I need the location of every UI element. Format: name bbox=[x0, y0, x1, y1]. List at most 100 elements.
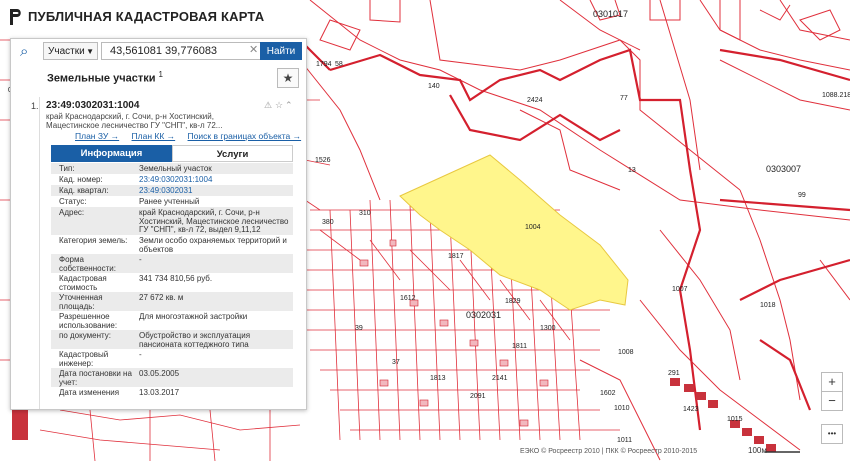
map-parcel-label: 310 bbox=[359, 210, 371, 217]
map-parcel-label: 1602 bbox=[600, 390, 616, 397]
attribute-row: Статус: Ранее учтенный bbox=[51, 196, 293, 207]
attribute-row: Форма собственности: - bbox=[51, 254, 293, 273]
tab-services[interactable]: Услуги bbox=[172, 145, 293, 162]
attribute-key: по документу: bbox=[59, 331, 111, 340]
attribute-key: Кад. номер: bbox=[59, 175, 103, 184]
map-parcel-label: 0302031 bbox=[466, 310, 501, 320]
search-icon[interactable]: ⌕ bbox=[20, 43, 28, 60]
map-parcel-label: 380 bbox=[322, 219, 334, 226]
attributes-table: Тип: Земельный участок Кад. номер: 23:49:03… bbox=[51, 163, 293, 398]
attribute-value: Земельный участок bbox=[139, 164, 212, 173]
attribute-key: Статус: bbox=[59, 197, 87, 206]
scale-label: 100м bbox=[748, 446, 767, 455]
result-count: 1 bbox=[158, 70, 163, 79]
attribute-value: - bbox=[139, 255, 142, 264]
attribute-row: Адрес: край Краснодарский, г. Сочи, р-н Х… bbox=[51, 207, 293, 235]
map-parcel-label: 1526 bbox=[315, 157, 331, 164]
more-options-button[interactable]: ••• bbox=[821, 424, 843, 444]
map-parcel-label: 1007 bbox=[672, 286, 688, 293]
result-links: План ЗУ → План КК → Поиск в границах объ… bbox=[75, 131, 306, 141]
attribute-key: Разрешенное использование: bbox=[59, 312, 118, 330]
map-parcel-label: 1010 bbox=[614, 405, 630, 412]
map-parcel-label: 1018 bbox=[760, 302, 776, 309]
search-in-bounds-link[interactable]: Поиск в границах объекта → bbox=[188, 131, 302, 141]
attribute-key: Категория земель: bbox=[59, 236, 128, 245]
zoom-in-button[interactable]: + bbox=[821, 372, 843, 392]
map-parcel-label: 2141 bbox=[492, 375, 508, 382]
attribute-row: Категория земель: Земли особо охраняемых … bbox=[51, 235, 293, 254]
attribute-row: Кад. номер: 23:49:0302031:1004 bbox=[51, 174, 293, 185]
map-parcel-label: 58 bbox=[335, 61, 343, 68]
attribute-value: Для многоэтажной застройки bbox=[139, 312, 248, 321]
result-index: 1. bbox=[31, 101, 39, 111]
map-parcel-label: 77 bbox=[620, 95, 628, 102]
attribute-key: Кадастровый инженер: bbox=[59, 350, 109, 368]
attribute-row: Кадастровая стоимость 341 734 810,56 руб. bbox=[51, 273, 293, 292]
search-type-select[interactable]: Участки ▼ bbox=[43, 42, 98, 60]
map-parcel-label: 2091 bbox=[470, 393, 486, 400]
plan-kk-link[interactable]: План КК → bbox=[132, 131, 176, 141]
result-cadastral-number[interactable]: 23:49:0302031:1004 bbox=[46, 100, 139, 111]
attribute-row: Разрешенное использование: Для многоэтажн… bbox=[51, 311, 293, 330]
attribute-row: Кадастровый инженер: - bbox=[51, 349, 293, 368]
map-parcel-label: 0303007 bbox=[766, 164, 801, 174]
attribute-value: 13.03.2017 bbox=[139, 388, 180, 397]
star-icon: ★ bbox=[282, 71, 294, 85]
attribute-key: Тип: bbox=[59, 164, 75, 173]
map-parcel-label: 13 bbox=[628, 167, 636, 174]
search-input[interactable] bbox=[101, 42, 261, 60]
map-parcel-label: 1015 bbox=[727, 416, 743, 423]
attribute-row: по документу: Обустройство и эксплуатация… bbox=[51, 330, 293, 349]
attribute-key: Кадастровая стоимость bbox=[59, 274, 107, 292]
attribute-row: Дата изменения 13.03.2017 bbox=[51, 387, 293, 398]
attribute-value: 341 734 810,56 руб. bbox=[139, 274, 213, 283]
attribute-value: Обустройство и эксплуатация пансионата к… bbox=[139, 331, 251, 349]
map-parcel-label: 37 bbox=[392, 359, 400, 366]
warning-icon: ⚠ bbox=[264, 100, 273, 110]
map-parcel-label: 1817 bbox=[448, 253, 464, 260]
map-parcel-label: 2424 bbox=[527, 97, 543, 104]
map-parcel-label: 1088.218 bbox=[822, 92, 850, 99]
clear-icon[interactable]: ✕ bbox=[249, 43, 258, 56]
rosreestr-logo-icon bbox=[10, 9, 21, 25]
section-title: Земельные участки 1 bbox=[47, 70, 163, 85]
attribute-value: Земли особо охраняемых территорий и объе… bbox=[139, 236, 287, 254]
attribute-key: Адрес: bbox=[59, 208, 85, 217]
attribute-value[interactable]: 23:49:0302031:1004 bbox=[139, 175, 289, 185]
map-parcel-label: 1423 bbox=[683, 406, 699, 413]
attribute-row: Кад. квартал: 23:49:0302031 bbox=[51, 185, 293, 196]
find-button[interactable]: Найти bbox=[260, 42, 302, 60]
attribute-value: Ранее учтенный bbox=[139, 197, 200, 206]
search-bar: ⌕ Участки ▼ ✕ Найти bbox=[11, 39, 306, 65]
app-title: ПУБЛИЧНАЯ КАДАСТРОВАЯ КАРТА bbox=[28, 9, 265, 24]
map-parcel-label: 1300 bbox=[540, 325, 556, 332]
attribute-row: Уточненная площадь: 27 672 кв. м bbox=[51, 292, 293, 311]
attribute-value: - bbox=[139, 350, 142, 359]
map-parcel-label: 39 bbox=[355, 325, 363, 332]
plan-zu-link[interactable]: План ЗУ → bbox=[75, 131, 119, 141]
zoom-out-button[interactable]: − bbox=[821, 391, 843, 411]
search-type-label: Участки bbox=[48, 46, 85, 57]
map-attribution: ЕЭКО © Росреестр 2010 | ПКК © Росреестр … bbox=[520, 448, 698, 455]
app-header: ПУБЛИЧНАЯ КАДАСТРОВАЯ КАРТА bbox=[0, 0, 850, 32]
attribute-key: Форма собственности: bbox=[59, 255, 116, 273]
map-parcel-label: 1008 bbox=[618, 349, 634, 356]
collapse-icon[interactable]: ⌃ bbox=[285, 100, 293, 111]
attribute-value: 27 672 кв. м bbox=[139, 293, 184, 302]
attribute-row: Тип: Земельный участок bbox=[51, 163, 293, 174]
star-outline-icon[interactable]: ☆ bbox=[275, 100, 283, 111]
map-parcel-label: 1004 bbox=[525, 224, 541, 231]
attribute-key: Уточненная площадь: bbox=[59, 293, 103, 311]
map-parcel-label: 99 bbox=[798, 192, 806, 199]
tab-information[interactable]: Информация bbox=[51, 145, 172, 162]
favorite-star-button[interactable]: ★ bbox=[277, 68, 299, 88]
attribute-key: Дата постановки на учет: bbox=[59, 369, 132, 387]
map-parcel-label: 1829 bbox=[505, 298, 521, 305]
map-parcel-label: 1011 bbox=[617, 437, 632, 444]
attribute-row: Дата постановки на учет: 03.05.2005 bbox=[51, 368, 293, 387]
map-parcel-label: 1813 bbox=[430, 375, 446, 382]
map-parcel-label: 1794 bbox=[316, 61, 332, 68]
attribute-key: Кад. квартал: bbox=[59, 186, 109, 195]
attribute-value[interactable]: 23:49:0302031 bbox=[139, 186, 289, 196]
attribute-key: Дата изменения bbox=[59, 388, 120, 397]
